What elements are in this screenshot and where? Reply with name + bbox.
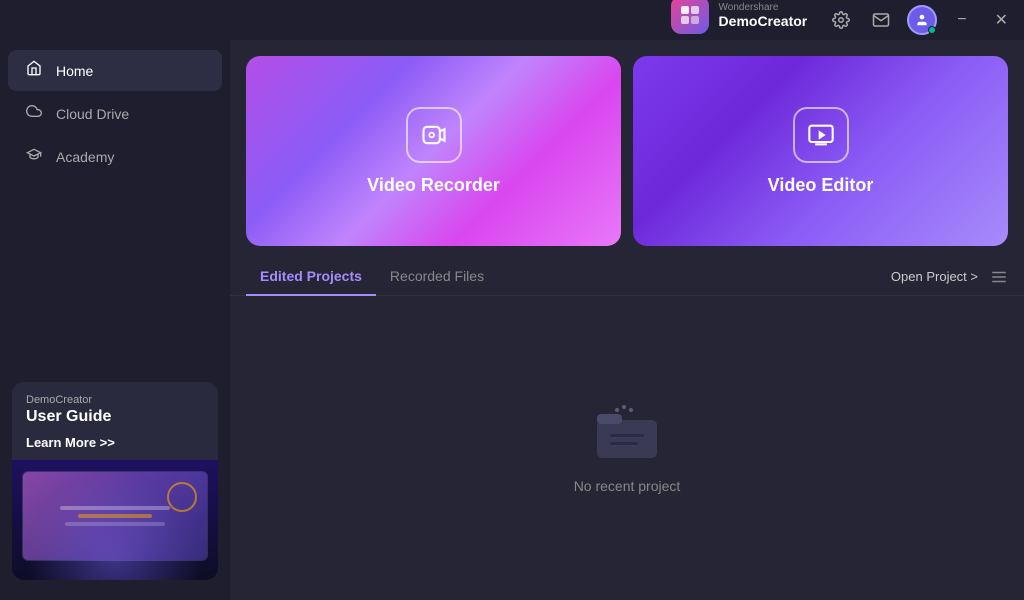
content-area: Video Recorder Video Editor Edited Proje… [230,40,1024,600]
video-editor-icon [793,107,849,163]
tab-edited-projects[interactable]: Edited Projects [246,258,376,296]
video-editor-card[interactable]: Video Editor [633,56,1008,246]
empty-folder-icon [592,402,662,462]
account-button[interactable] [907,5,937,35]
titlebar-controls: − ✕ [827,5,1016,35]
account-online-dot [928,26,936,34]
main-layout: Home Cloud Drive Academy [0,40,1024,600]
promo-image [12,460,218,580]
promo-title: User Guide [26,408,204,426]
learn-more-link[interactable]: Learn More >> [26,435,115,450]
promo-subtitle: DemoCreator [26,394,204,406]
empty-label: No recent project [574,478,681,494]
video-recorder-icon [406,107,462,163]
sidebar-nav: Home Cloud Drive Academy [0,48,230,179]
title-bar: Wondershare DemoCreator − ✕ [0,0,1024,40]
close-button[interactable]: ✕ [987,6,1016,34]
video-recorder-card[interactable]: Video Recorder [246,56,621,246]
logo-product: DemoCreator [719,13,808,29]
sidebar-item-home[interactable]: Home [8,50,222,91]
promo-decoration [167,482,197,512]
promo-card: DemoCreator User Guide Learn More >> [12,382,218,580]
sidebar-item-academy[interactable]: Academy [8,136,222,177]
empty-state: No recent project [230,296,1024,600]
tabs-section: Edited Projects Recorded Files Open Proj… [230,258,1024,296]
promo-image-inner [12,460,218,580]
sidebar-academy-label: Academy [56,149,114,165]
video-editor-label: Video Editor [768,175,874,196]
hero-section: Video Recorder Video Editor [230,40,1024,258]
tab-recorded-files[interactable]: Recorded Files [376,258,498,296]
logo-brand: Wondershare [719,2,808,13]
video-recorder-label: Video Recorder [367,175,500,196]
cloud-icon [24,103,44,124]
open-project-button[interactable]: Open Project > [891,269,978,284]
logo-text: Wondershare DemoCreator [719,2,808,29]
mail-button[interactable] [867,6,895,34]
sidebar-item-cloud-drive[interactable]: Cloud Drive [8,93,222,134]
home-icon [24,60,44,81]
sidebar: Home Cloud Drive Academy [0,40,230,600]
promo-text-area: DemoCreator User Guide Learn More >> [12,382,218,460]
sidebar-cloud-label: Cloud Drive [56,106,129,122]
folder-svg [592,402,662,462]
app-logo-icon [671,0,709,34]
promo-mockup [22,471,207,561]
tabs-actions: Open Project > [891,268,1008,286]
minimize-button[interactable]: − [949,7,974,33]
settings-button[interactable] [827,6,855,34]
tabs-menu-button[interactable] [990,268,1008,286]
sidebar-home-label: Home [56,63,93,79]
academy-icon [24,146,44,167]
